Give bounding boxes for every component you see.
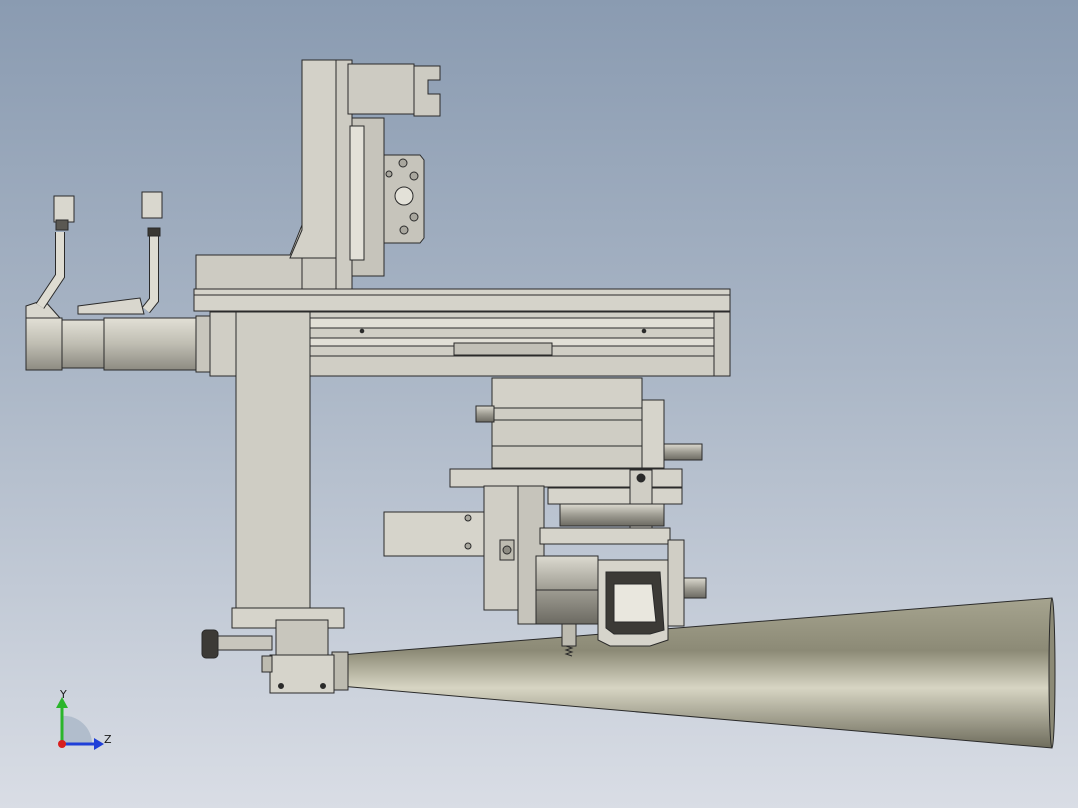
y-axis-label: Y	[60, 688, 67, 701]
z-axis-label: Z	[104, 733, 112, 746]
coordinate-triad	[56, 697, 104, 750]
x-axis-point	[58, 740, 66, 748]
cad-viewport[interactable]: Y Z	[0, 0, 1078, 808]
